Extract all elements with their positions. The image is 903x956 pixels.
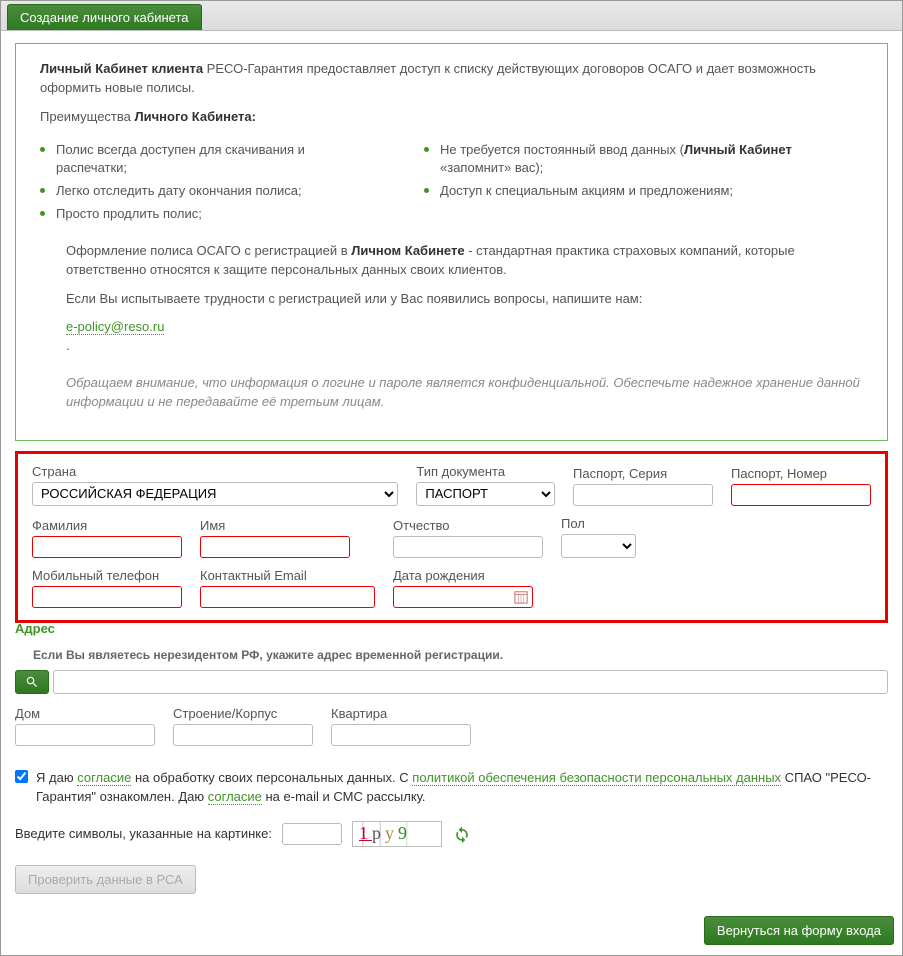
benefit-item: Доступ к специальным акциям и предложени… [424,182,863,201]
country-field: Страна РОССИЙСКАЯ ФЕДЕРАЦИЯ [32,464,398,506]
back-to-login-button[interactable]: Вернуться на форму входа [704,916,894,945]
benefits-columns: Полис всегда доступен для скачивания и р… [40,137,863,228]
required-fields-frame: Страна РОССИЙСКАЯ ФЕДЕРАЦИЯ Тип документ… [15,451,888,623]
country-label: Страна [32,464,398,479]
building-label: Строение/Корпус [173,706,313,721]
address-search-input[interactable] [53,670,888,694]
captcha-char: p [372,823,385,844]
doctype-select[interactable]: ПАСПОРТ [416,482,555,506]
benefit-item: Полис всегда доступен для скачивания и р… [40,141,354,179]
captcha-image: 1 p y 9 [352,821,442,847]
address-search-row [15,670,888,694]
check-rsa-button[interactable]: Проверить данные в РСА [15,865,196,894]
gender-field: Пол [561,516,636,558]
benefits-right: Не требуется постоянный ввод данных (Лич… [424,137,863,228]
middlename-field: Отчество [393,518,543,558]
phone-input[interactable] [32,586,182,608]
phone-field: Мобильный телефон [32,568,182,608]
captcha-input[interactable] [282,823,342,845]
gender-label: Пол [561,516,636,531]
p2a: Оформление полиса ОСАГО с регистрацией в [66,243,351,258]
lastname-field: Фамилия [32,518,182,558]
consent-checkbox[interactable] [15,770,28,783]
refresh-icon[interactable] [452,824,472,844]
search-icon [25,675,39,689]
doctype-field: Тип документа ПАСПОРТ [416,464,555,506]
para-practice: Оформление полиса ОСАГО с регистрацией в… [66,242,863,280]
phone-label: Мобильный телефон [32,568,182,583]
building-field: Строение/Корпус [173,706,313,746]
consent-link-2[interactable]: согласие [208,789,262,805]
contact-email-input[interactable] [200,586,375,608]
intro-strong: Личный Кабинет клиента [40,61,203,76]
contact-email-field: Контактный Email [200,568,375,608]
registration-panel: Создание личного кабинета Личный Кабинет… [0,0,903,956]
middlename-input[interactable] [393,536,543,558]
consent-text: Я даю согласие на обработку своих персон… [36,768,888,807]
series-label: Паспорт, Серия [573,466,713,481]
ct4: на e-mail и СМС рассылку. [262,789,426,804]
advantages-label: Преимущества Личного Кабинета: [40,108,863,127]
dob-label: Дата рождения [393,568,533,583]
passport-number-field: Паспорт, Номер [731,466,871,506]
captcha-char: 1 [359,823,372,844]
adv-prefix: Преимущества [40,109,135,124]
benefit-item: Просто продлить полис; [40,205,354,224]
captcha-char: y [385,823,398,844]
tab-create-account[interactable]: Создание личного кабинета [7,4,202,30]
footer-bar: Вернуться на форму входа [1,916,902,945]
passport-series-field: Паспорт, Серия [573,466,713,506]
apartment-field: Квартира [331,706,471,746]
adv-strong: Личного Кабинета: [135,109,256,124]
house-label: Дом [15,706,155,721]
br1b: Личный Кабинет [684,142,792,157]
para-help: Если Вы испытываете трудности с регистра… [66,290,863,309]
tab-bar: Создание личного кабинета [1,1,902,31]
captcha-char: 9 [398,823,411,844]
benefits-left: Полис всегда доступен для скачивания и р… [40,137,354,228]
intro-paragraph: Личный Кабинет клиента РЕСО-Гарантия пре… [40,60,863,98]
dob-field: Дата рождения [393,568,533,608]
apartment-input[interactable] [331,724,471,746]
captcha-label: Введите символы, указанные на картинке: [15,826,272,841]
support-email-link[interactable]: e-policy@reso.ru [66,319,164,335]
country-select[interactable]: РОССИЙСКАЯ ФЕДЕРАЦИЯ [32,482,398,506]
br1c: «запомнит» вас); [440,160,543,175]
dot: . [66,337,863,356]
email-label: Контактный Email [200,568,375,583]
address-search-button[interactable] [15,670,49,694]
building-input[interactable] [173,724,313,746]
info-sub: Оформление полиса ОСАГО с регистрацией в… [66,242,863,356]
br1a: Не требуется постоянный ввод данных ( [440,142,684,157]
captcha-row: Введите символы, указанные на картинке: … [15,821,888,847]
number-label: Паспорт, Номер [731,466,871,481]
house-input[interactable] [15,724,155,746]
passport-series-input[interactable] [573,484,713,506]
apartment-label: Квартира [331,706,471,721]
dob-input[interactable] [393,586,533,608]
doctype-label: Тип документа [416,464,555,479]
gender-select[interactable] [561,534,636,558]
panel-content: Личный Кабинет клиента РЕСО-Гарантия пре… [1,31,902,904]
consent-link-1[interactable]: согласие [77,770,131,786]
benefit-item: Не требуется постоянный ввод данных (Лич… [424,141,863,179]
firstname-field: Имя [200,518,350,558]
ct1: Я даю [36,770,77,785]
info-box: Личный Кабинет клиента РЕСО-Гарантия пре… [15,43,888,441]
ct2: на обработку своих персональных данных. … [131,770,412,785]
address-section-label: Адрес [15,621,888,636]
house-field: Дом [15,706,155,746]
p2b: Личном Кабинете [351,243,464,258]
benefit-item: Легко отследить дату окончания полиса; [40,182,354,201]
confidentiality-note: Обращаем внимание, что информация о логи… [66,374,863,412]
firstname-input[interactable] [200,536,350,558]
lastname-label: Фамилия [32,518,182,533]
address-hint: Если Вы являетесь нерезидентом РФ, укажи… [33,648,888,662]
consent-row: Я даю согласие на обработку своих персон… [15,768,888,807]
privacy-policy-link[interactable]: политикой обеспечения безопасности персо… [412,770,781,786]
firstname-label: Имя [200,518,350,533]
passport-number-input[interactable] [731,484,871,506]
lastname-input[interactable] [32,536,182,558]
middlename-label: Отчество [393,518,543,533]
